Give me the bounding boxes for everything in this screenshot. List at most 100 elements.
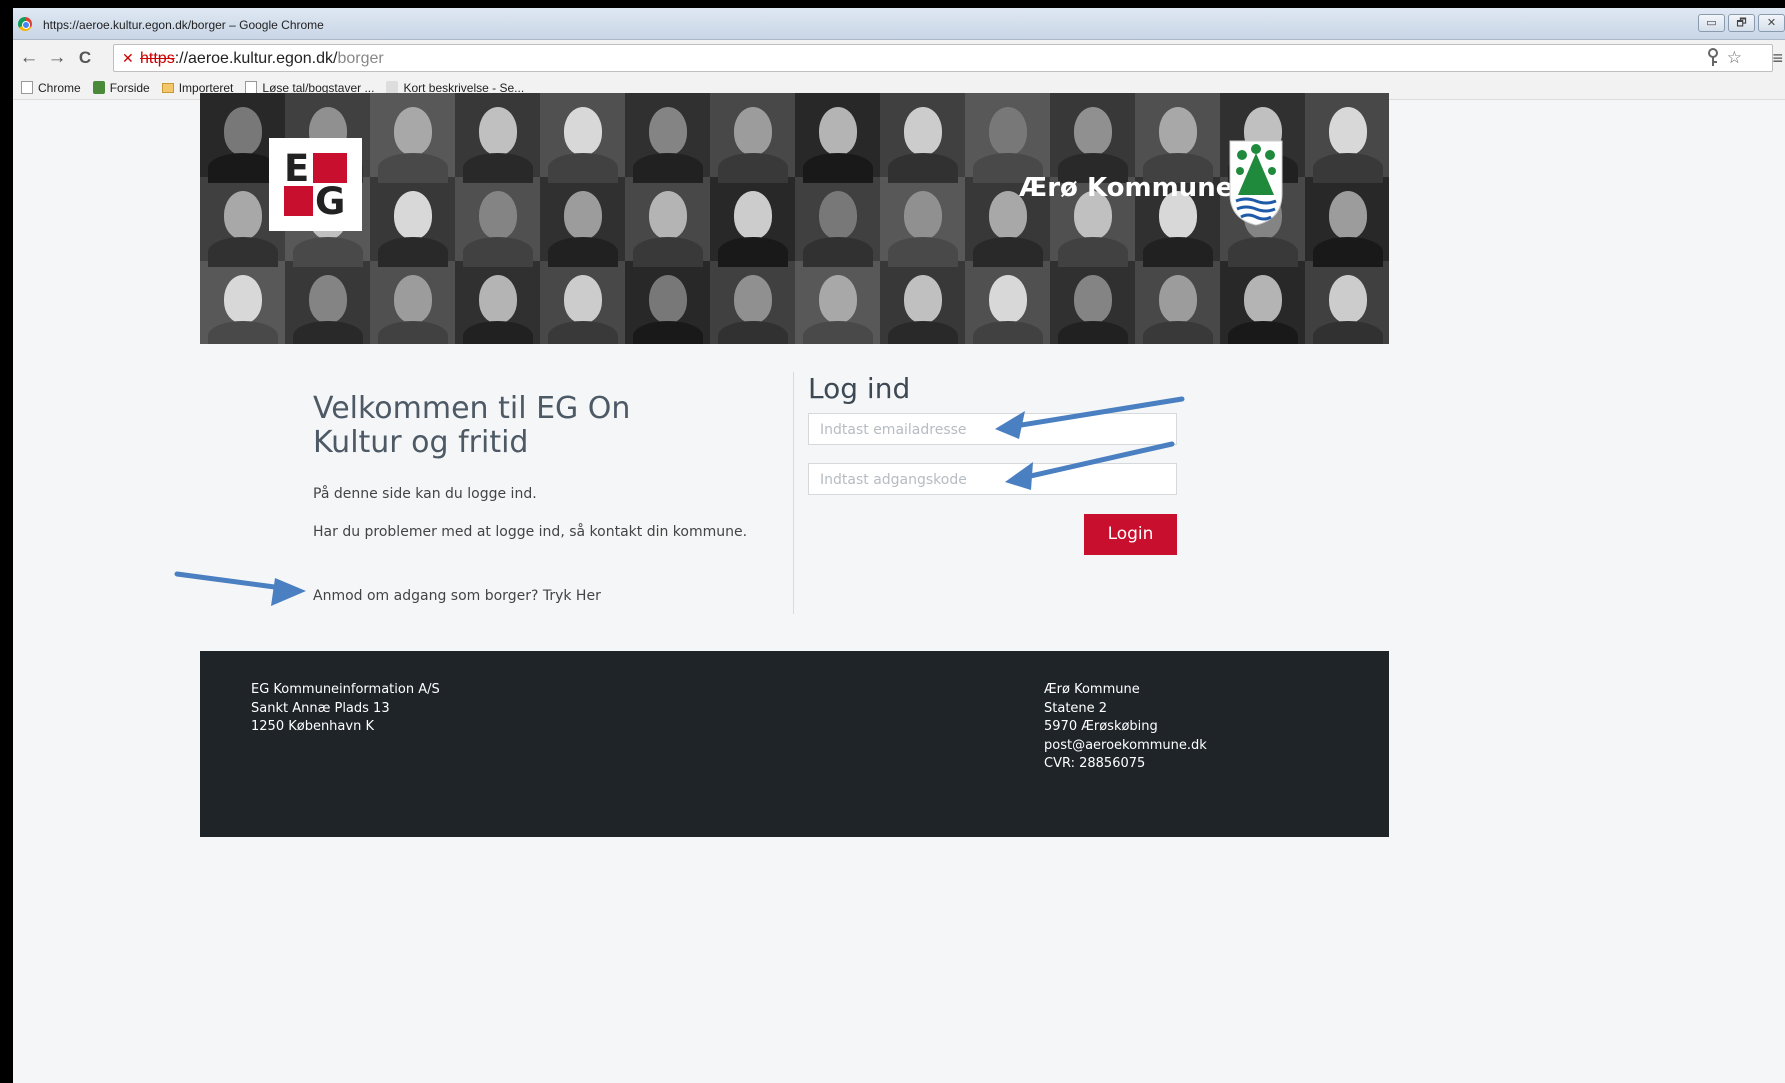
portrait-shoulders (378, 237, 448, 267)
portrait-shoulders (293, 237, 363, 267)
window-controls: ▭ 🗗 ✕ (1698, 14, 1785, 32)
logo-square (313, 153, 347, 183)
portrait-shoulders (1143, 321, 1213, 344)
portrait-tile (370, 177, 455, 267)
portrait-tile (710, 261, 795, 344)
annotation-arrow-request (174, 571, 300, 593)
portrait-shoulders (548, 237, 618, 267)
portrait-shoulders (633, 321, 703, 344)
title-bar: https://aeroe.kultur.egon.dk/borger – Go… (13, 8, 1785, 40)
minimize-button[interactable]: ▭ (1698, 14, 1725, 32)
back-button[interactable]: ← (17, 46, 41, 70)
portrait-head (819, 107, 857, 155)
logo-letter-e: E (284, 147, 310, 190)
portrait-tile (455, 93, 540, 183)
footer-email[interactable]: post@aeroekommune.dk (1044, 737, 1207, 756)
close-button[interactable]: ✕ (1758, 14, 1785, 32)
portrait-tile (880, 177, 965, 267)
portrait-tile (795, 177, 880, 267)
footer-line: 1250 København K (251, 719, 374, 735)
portrait-shoulders (208, 153, 278, 183)
chrome-menu-icon[interactable]: ≡ (1772, 48, 1783, 69)
portrait-tile (1305, 261, 1389, 344)
portrait-head (1159, 275, 1197, 323)
portrait-tile (1305, 93, 1389, 183)
portrait-head (1074, 275, 1112, 323)
key-icon[interactable] (1707, 48, 1719, 68)
portrait-shoulders (1313, 153, 1383, 183)
portrait-tile (1220, 261, 1305, 344)
aero-crest-icon (1229, 140, 1283, 226)
address-bar-icons: ☆ (1707, 48, 1742, 68)
portrait-head (819, 275, 857, 323)
portrait-shoulders (1313, 321, 1383, 344)
portrait-head (564, 191, 602, 239)
footer-line: Ærø Kommune (1044, 682, 1140, 697)
portrait-tile (795, 261, 880, 344)
address-bar[interactable]: ✕ https://aeroe.kultur.egon.dk/borger ☆ (113, 44, 1773, 72)
column-divider (793, 372, 794, 614)
portrait-tile (540, 93, 625, 183)
portrait-shoulders (378, 321, 448, 344)
chrome-icon (18, 17, 32, 31)
portrait-head (394, 191, 432, 239)
leaf-icon (92, 81, 105, 94)
portrait-head (734, 191, 772, 239)
login-button[interactable]: Login (1084, 514, 1177, 555)
navigation-bar: ← → C ✕ https://aeroe.kultur.egon.dk/bor… (13, 40, 1785, 76)
portrait-tile (1050, 261, 1135, 344)
portrait-tile (710, 93, 795, 183)
portrait-head (649, 107, 687, 155)
portrait-tile (1135, 93, 1220, 183)
portrait-tile (710, 177, 795, 267)
portrait-shoulders (1228, 237, 1298, 267)
bookmark-forside[interactable]: Forside (92, 81, 150, 95)
portrait-head (1074, 107, 1112, 155)
footer-line: CVR: 28856075 (1044, 756, 1146, 772)
municipality-address: Ærø Kommune Statene 2 5970 Ærøskøbing po… (1044, 681, 1207, 774)
portrait-shoulders (803, 153, 873, 183)
welcome-heading: Velkommen til EG On Kultur og fritid (313, 391, 631, 460)
portrait-shoulders (718, 237, 788, 267)
portrait-tile (880, 93, 965, 183)
arrowhead (271, 578, 306, 606)
portrait-shoulders (378, 153, 448, 183)
url-host: ://aeroe.kultur.egon.dk/ (174, 50, 338, 67)
reload-button[interactable]: C (73, 46, 97, 70)
eg-logo: E G (269, 138, 362, 231)
browser-window: https://aeroe.kultur.egon.dk/borger – Go… (13, 8, 1785, 1083)
portrait-head (989, 107, 1027, 155)
portrait-shoulders (888, 237, 958, 267)
portrait-tile (540, 261, 625, 344)
help-text: Har du problemer med at logge ind, så ko… (313, 524, 748, 540)
password-field[interactable]: Indtast adgangskode (808, 463, 1177, 495)
portrait-shoulders (973, 321, 1043, 344)
portrait-shoulders (463, 321, 533, 344)
portrait-shoulders (463, 153, 533, 183)
portrait-head (904, 275, 942, 323)
portrait-head (904, 191, 942, 239)
request-access-link[interactable]: Anmod om adgang som borger? Tryk Her (313, 588, 601, 604)
municipality-name: Ærø Kommune (1019, 173, 1234, 203)
portrait-shoulders (293, 321, 363, 344)
logo-square (284, 186, 313, 216)
portrait-head (1329, 107, 1367, 155)
portrait-tile (625, 261, 710, 344)
login-heading: Log ind (808, 372, 911, 405)
portrait-head (1329, 191, 1367, 239)
bookmark-chrome[interactable]: Chrome (21, 81, 81, 95)
portrait-shoulders (633, 237, 703, 267)
email-field[interactable]: Indtast emailadresse (808, 413, 1177, 445)
portrait-tile (795, 93, 880, 183)
url-scheme: https (140, 50, 175, 67)
portrait-tile (370, 93, 455, 183)
bookmark-star-icon[interactable]: ☆ (1727, 48, 1742, 68)
restore-button[interactable]: 🗗 (1728, 14, 1755, 32)
portrait-shoulders (208, 321, 278, 344)
url-text[interactable]: https://aeroe.kultur.egon.dk/borger (140, 50, 384, 68)
portrait-tile (455, 177, 540, 267)
forward-button[interactable]: → (45, 46, 69, 70)
portrait-head (734, 275, 772, 323)
portrait-head (989, 275, 1027, 323)
logo-letter-g: G (315, 180, 346, 223)
